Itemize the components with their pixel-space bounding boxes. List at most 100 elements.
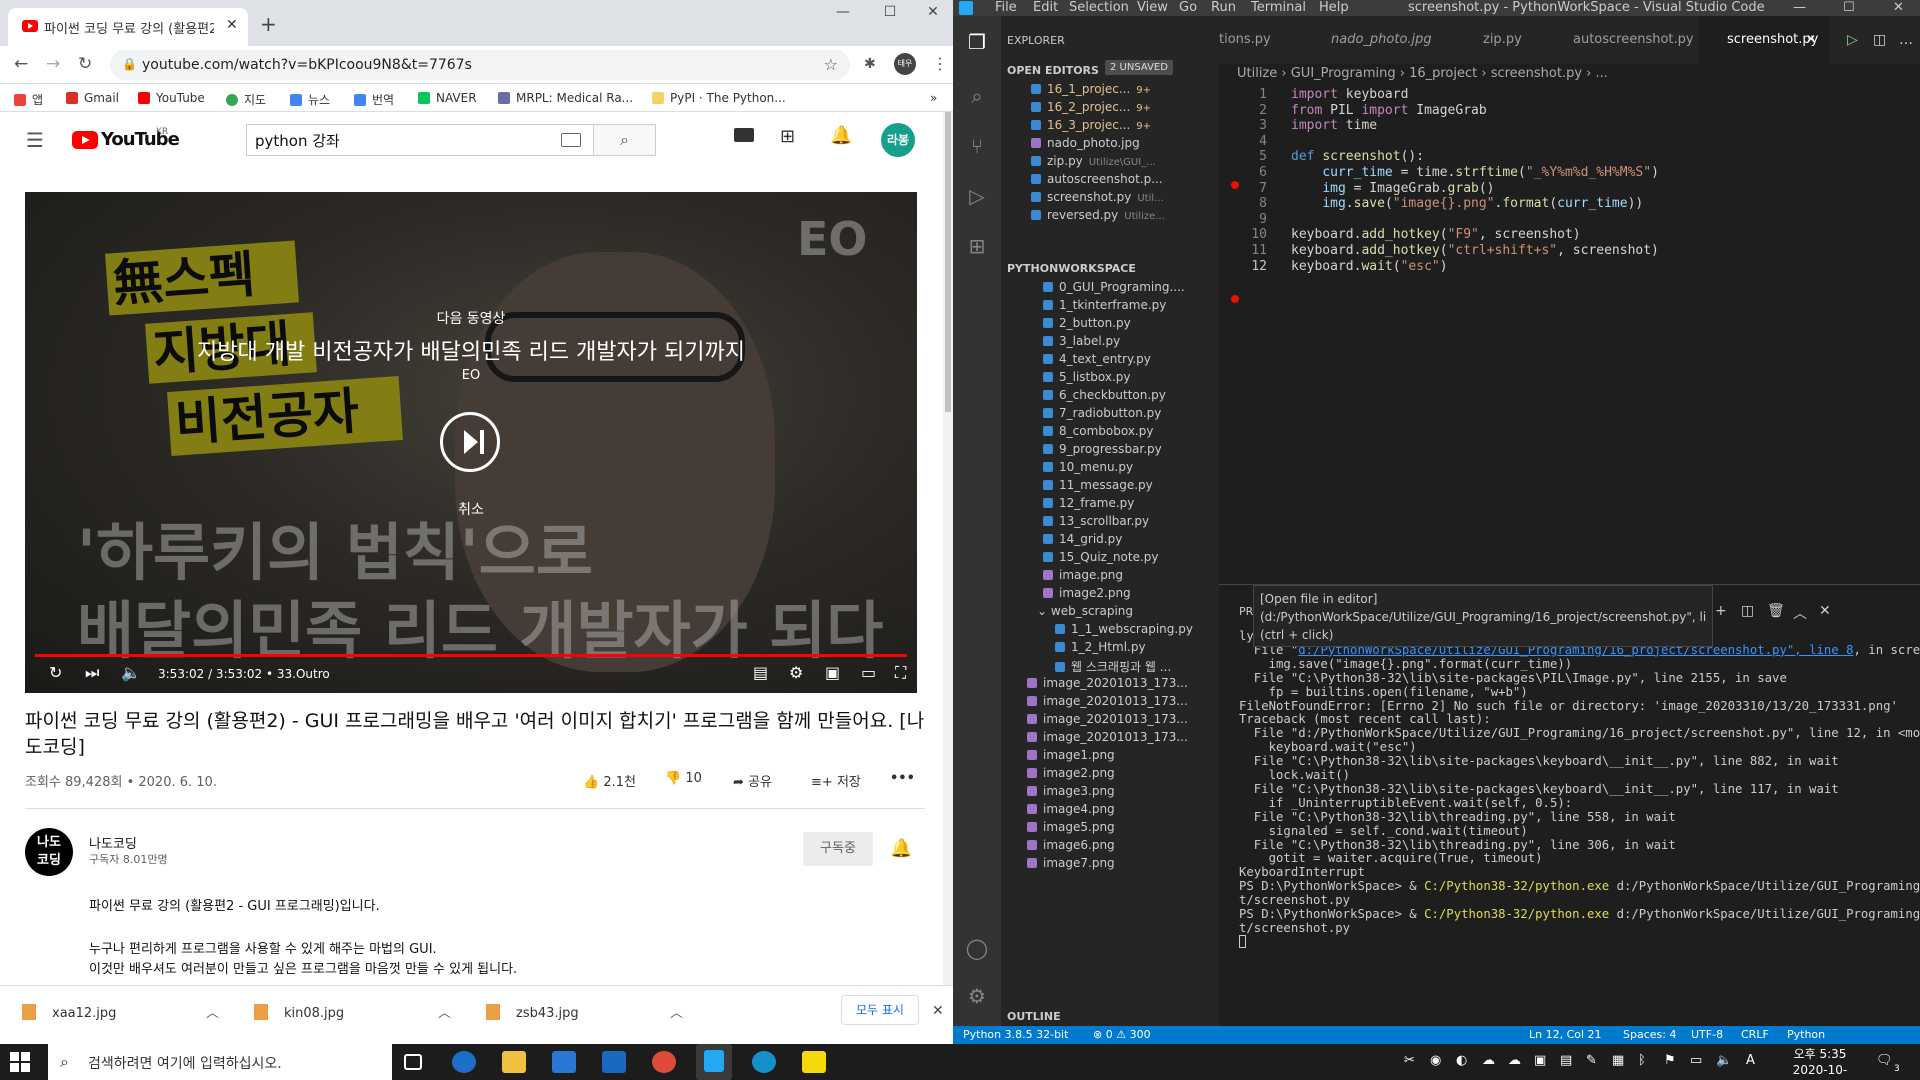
code-line[interactable]: keyboard.add_hotkey("ctrl+shift+s", scre… — [1291, 243, 1659, 258]
address-bar[interactable]: 🔒 youtube.com/watch?v=bKPIcoou9N8&t=7767… — [110, 50, 850, 80]
tab-options[interactable]: tions.py — [1219, 16, 1299, 64]
run-file-icon[interactable]: ▷ — [1847, 32, 1858, 48]
more-actions-icon[interactable]: … — [1899, 32, 1913, 48]
keyboard-icon[interactable] — [561, 133, 581, 147]
subtitles-icon[interactable]: ▤ — [753, 663, 768, 682]
network-icon[interactable]: ▭ — [1690, 1053, 1702, 1068]
bookmark-naver[interactable]: NAVER — [418, 91, 477, 105]
file-tree-item[interactable]: 8_combobox.py — [1043, 424, 1219, 438]
ime-indicator[interactable]: A — [1746, 1053, 1755, 1068]
next-video-title[interactable]: 지방대 개발 비전공자가 배달의민족 리드 개발자가 되기까지 — [25, 334, 917, 366]
bookmark-youtube[interactable]: YouTube — [138, 91, 205, 105]
open-editor-item[interactable]: autoscreenshot.p... — [1031, 172, 1216, 186]
dislike-button[interactable]: 👎 10 — [665, 771, 702, 786]
code-line[interactable]: import keyboard — [1291, 87, 1408, 102]
chevron-up-icon[interactable]: ︿ — [206, 1002, 219, 1021]
open-editor-item[interactable]: nado_photo.jpg — [1031, 136, 1216, 150]
menu-run[interactable]: Run — [1211, 0, 1236, 15]
code-line[interactable]: img.save("image{}.png".format(curr_time)… — [1291, 196, 1643, 211]
file-tree-item[interactable]: image5.png — [1027, 820, 1219, 834]
tray-icon[interactable]: ▣ — [1534, 1053, 1546, 1068]
notification-center-icon[interactable]: 🗨 — [1876, 1053, 1893, 1068]
volume-icon[interactable]: 🔈 — [1716, 1053, 1732, 1068]
taskbar-search[interactable]: ⌕ 검색하려면 여기에 입력하십시오. — [48, 1044, 392, 1080]
open-editor-item[interactable]: 16_2_projec... 9+ — [1031, 100, 1216, 114]
tab-zip[interactable]: zip.py — [1455, 16, 1543, 64]
bluetooth-icon[interactable]: ᛒ — [1638, 1053, 1646, 1068]
file-tree-item[interactable]: image_20201013_173... — [1027, 712, 1219, 726]
file-tree-item[interactable]: 1_tkinterframe.py — [1043, 298, 1219, 312]
download-item[interactable]: kin08.jpg — [254, 1004, 344, 1021]
trash-icon[interactable]: 🗑 — [1767, 603, 1785, 619]
file-tree-item[interactable]: 5_listbox.py — [1043, 370, 1219, 384]
file-tree-item[interactable]: image_20201013_173... — [1027, 730, 1219, 744]
breakpoint-icon[interactable] — [1231, 181, 1239, 189]
menu-view[interactable]: View — [1137, 0, 1168, 15]
fullscreen-icon[interactable]: ⛶ — [895, 663, 906, 683]
account-icon[interactable]: ◯ — [965, 936, 989, 960]
file-tree-item[interactable]: 9_progressbar.py — [1043, 442, 1219, 456]
forward-button[interactable]: → — [46, 54, 60, 74]
tab-close-icon[interactable]: ✕ — [226, 17, 238, 33]
task-view-icon[interactable] — [404, 1054, 422, 1070]
code-line[interactable]: from PIL import ImageGrab — [1291, 103, 1487, 118]
next-icon[interactable]: ⏭ — [85, 663, 99, 683]
file-tree-item[interactable]: 7_radiobutton.py — [1043, 406, 1219, 420]
store-icon[interactable] — [552, 1051, 576, 1073]
extensions-icon[interactable]: ⊞ — [965, 234, 989, 258]
split-editor-icon[interactable]: ◫ — [1873, 32, 1886, 48]
file-tree-item[interactable]: 3_label.py — [1043, 334, 1219, 348]
code-line[interactable]: import time — [1291, 118, 1377, 133]
save-button[interactable]: ≡+ 저장 — [811, 771, 861, 790]
source-control-icon[interactable]: ⑂ — [965, 134, 989, 158]
edge-icon[interactable] — [752, 1051, 776, 1073]
maximize-button[interactable]: ☐ — [1843, 0, 1855, 15]
menu-go[interactable]: Go — [1179, 0, 1197, 15]
open-editor-item[interactable]: 16_1_projec... 9+ — [1031, 82, 1216, 96]
tray-icon[interactable]: ▦ — [1612, 1053, 1624, 1068]
apps-grid-icon[interactable]: ⊞ — [780, 126, 795, 147]
minimize-button[interactable]: — — [823, 4, 863, 20]
tab-close-icon[interactable]: ✕ — [1806, 32, 1816, 46]
cursor-position[interactable]: Ln 12, Col 21 — [1529, 1028, 1602, 1041]
file-tree-item[interactable]: 15_Quiz_note.py — [1043, 550, 1219, 564]
file-tree-item[interactable]: 12_frame.py — [1043, 496, 1219, 510]
bookmark-gmail[interactable]: Gmail — [66, 91, 119, 105]
file-tree-item[interactable]: image7.png — [1027, 856, 1219, 870]
close-window-button[interactable]: ✕ — [913, 4, 953, 20]
video-player[interactable]: 無스펙 지방대 비전공자 EO '하루키의 법칙'으로 배달의민족 리드 개발자… — [25, 192, 917, 693]
file-tree-item[interactable]: 13_scrollbar.py — [1043, 514, 1219, 528]
open-editors-header[interactable]: OPEN EDITORS — [1007, 64, 1099, 77]
notification-bell-icon[interactable]: 🔔 — [890, 838, 912, 859]
file-tree-item[interactable]: 웹 스크래핑과 웹 ... — [1055, 658, 1219, 675]
outline-header[interactable]: OUTLINE — [1007, 1010, 1061, 1023]
close-panel-icon[interactable]: ✕ — [1819, 603, 1831, 619]
file-tree-item[interactable]: 4_text_entry.py — [1043, 352, 1219, 366]
download-item[interactable]: xaa12.jpg — [22, 1004, 116, 1021]
download-item[interactable]: zsb43.jpg — [486, 1004, 579, 1021]
vscode-taskbar-item[interactable] — [696, 1044, 732, 1080]
video-progress-bar[interactable] — [35, 654, 907, 657]
user-avatar[interactable]: 라봉 — [881, 123, 915, 157]
tab-autoscreenshot[interactable]: autoscreenshot.py — [1545, 16, 1695, 64]
tray-icon[interactable]: ◐ — [1456, 1053, 1467, 1068]
more-bookmarks-button[interactable]: » — [930, 91, 937, 105]
like-button[interactable]: 👍 2.1천 — [583, 771, 636, 790]
menu-file[interactable]: File — [995, 0, 1017, 15]
menu-terminal[interactable]: Terminal — [1251, 0, 1306, 15]
windows-start-icon[interactable] — [10, 1052, 30, 1072]
chevron-up-icon[interactable]: ︿ — [1793, 603, 1807, 623]
chevron-up-icon[interactable]: ︿ — [670, 1002, 683, 1021]
code-line[interactable]: keyboard.add_hotkey("F9", screenshot) — [1291, 227, 1581, 242]
file-tree-item[interactable]: 1_1_webscraping.py — [1055, 622, 1219, 636]
share-button[interactable]: ➦ 공유 — [733, 771, 772, 790]
code-line[interactable]: def screenshot(): — [1291, 149, 1424, 164]
breakpoint-icon[interactable] — [1231, 295, 1239, 303]
indentation[interactable]: Spaces: 4 — [1623, 1028, 1676, 1041]
file-tree-item[interactable]: 6_checkbutton.py — [1043, 388, 1219, 402]
file-tree-item[interactable]: image.png — [1043, 568, 1219, 582]
bookmark-news[interactable]: 뉴스 — [290, 91, 330, 108]
file-tree-item[interactable]: image_20201013_173... — [1027, 694, 1219, 708]
profile-avatar[interactable]: 태우 — [894, 53, 916, 75]
channel-name[interactable]: 나도코딩 — [89, 833, 137, 852]
